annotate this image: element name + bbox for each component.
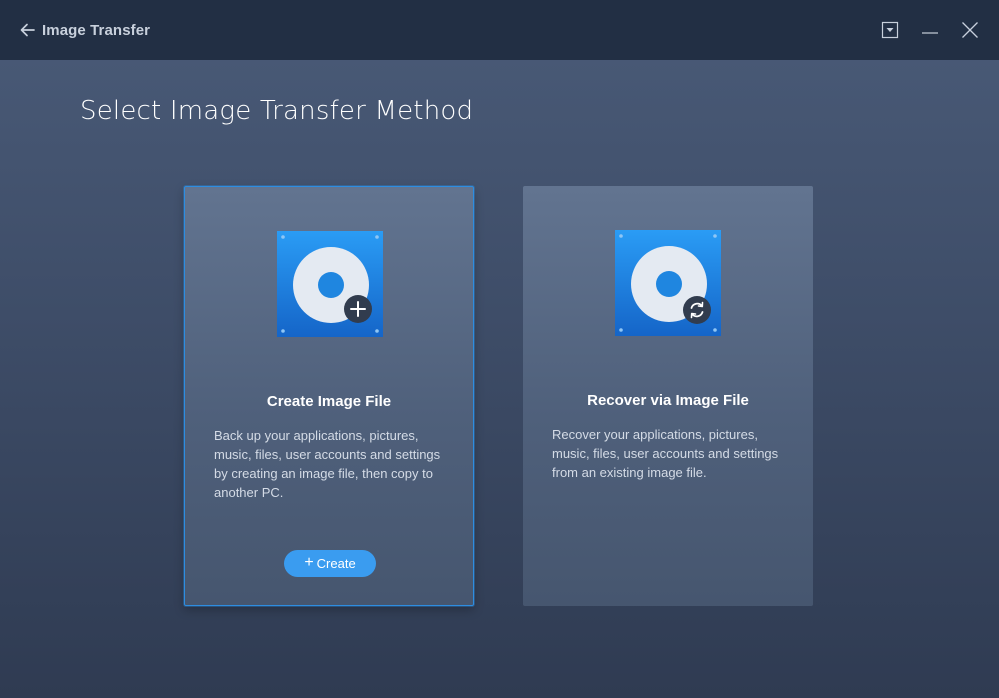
card-description: Back up your applications, pictures, mus… xyxy=(214,428,441,500)
card-description: Recover your applications, pictures, mus… xyxy=(552,427,779,480)
create-button-label: Create xyxy=(316,556,356,571)
dropdown-menu-icon xyxy=(881,21,899,39)
disc-recover-icon xyxy=(615,230,721,336)
create-button[interactable]: + Create xyxy=(284,550,376,577)
disc-add-icon xyxy=(277,231,383,337)
minimize-button[interactable] xyxy=(920,20,940,40)
app-title: Image Transfer xyxy=(42,21,151,39)
page-title: Select Image Transfer Method xyxy=(80,96,474,126)
card-title: Create Image File xyxy=(266,393,392,410)
minimize-icon xyxy=(922,32,938,34)
plus-icon: + xyxy=(304,553,314,571)
dropdown-menu-button[interactable] xyxy=(880,20,900,40)
recover-via-image-file-card[interactable]: Recover via Image File Recover your appl… xyxy=(523,186,813,606)
title-bar: Image Transfer xyxy=(0,0,999,60)
close-button[interactable] xyxy=(960,20,980,40)
close-icon xyxy=(962,22,978,38)
create-image-file-card[interactable]: Create Image File Back up your applicati… xyxy=(184,186,474,606)
back-button[interactable]: Image Transfer xyxy=(18,18,150,42)
arrow-left-icon xyxy=(20,23,35,37)
card-title: Recover via Image File xyxy=(587,392,749,409)
